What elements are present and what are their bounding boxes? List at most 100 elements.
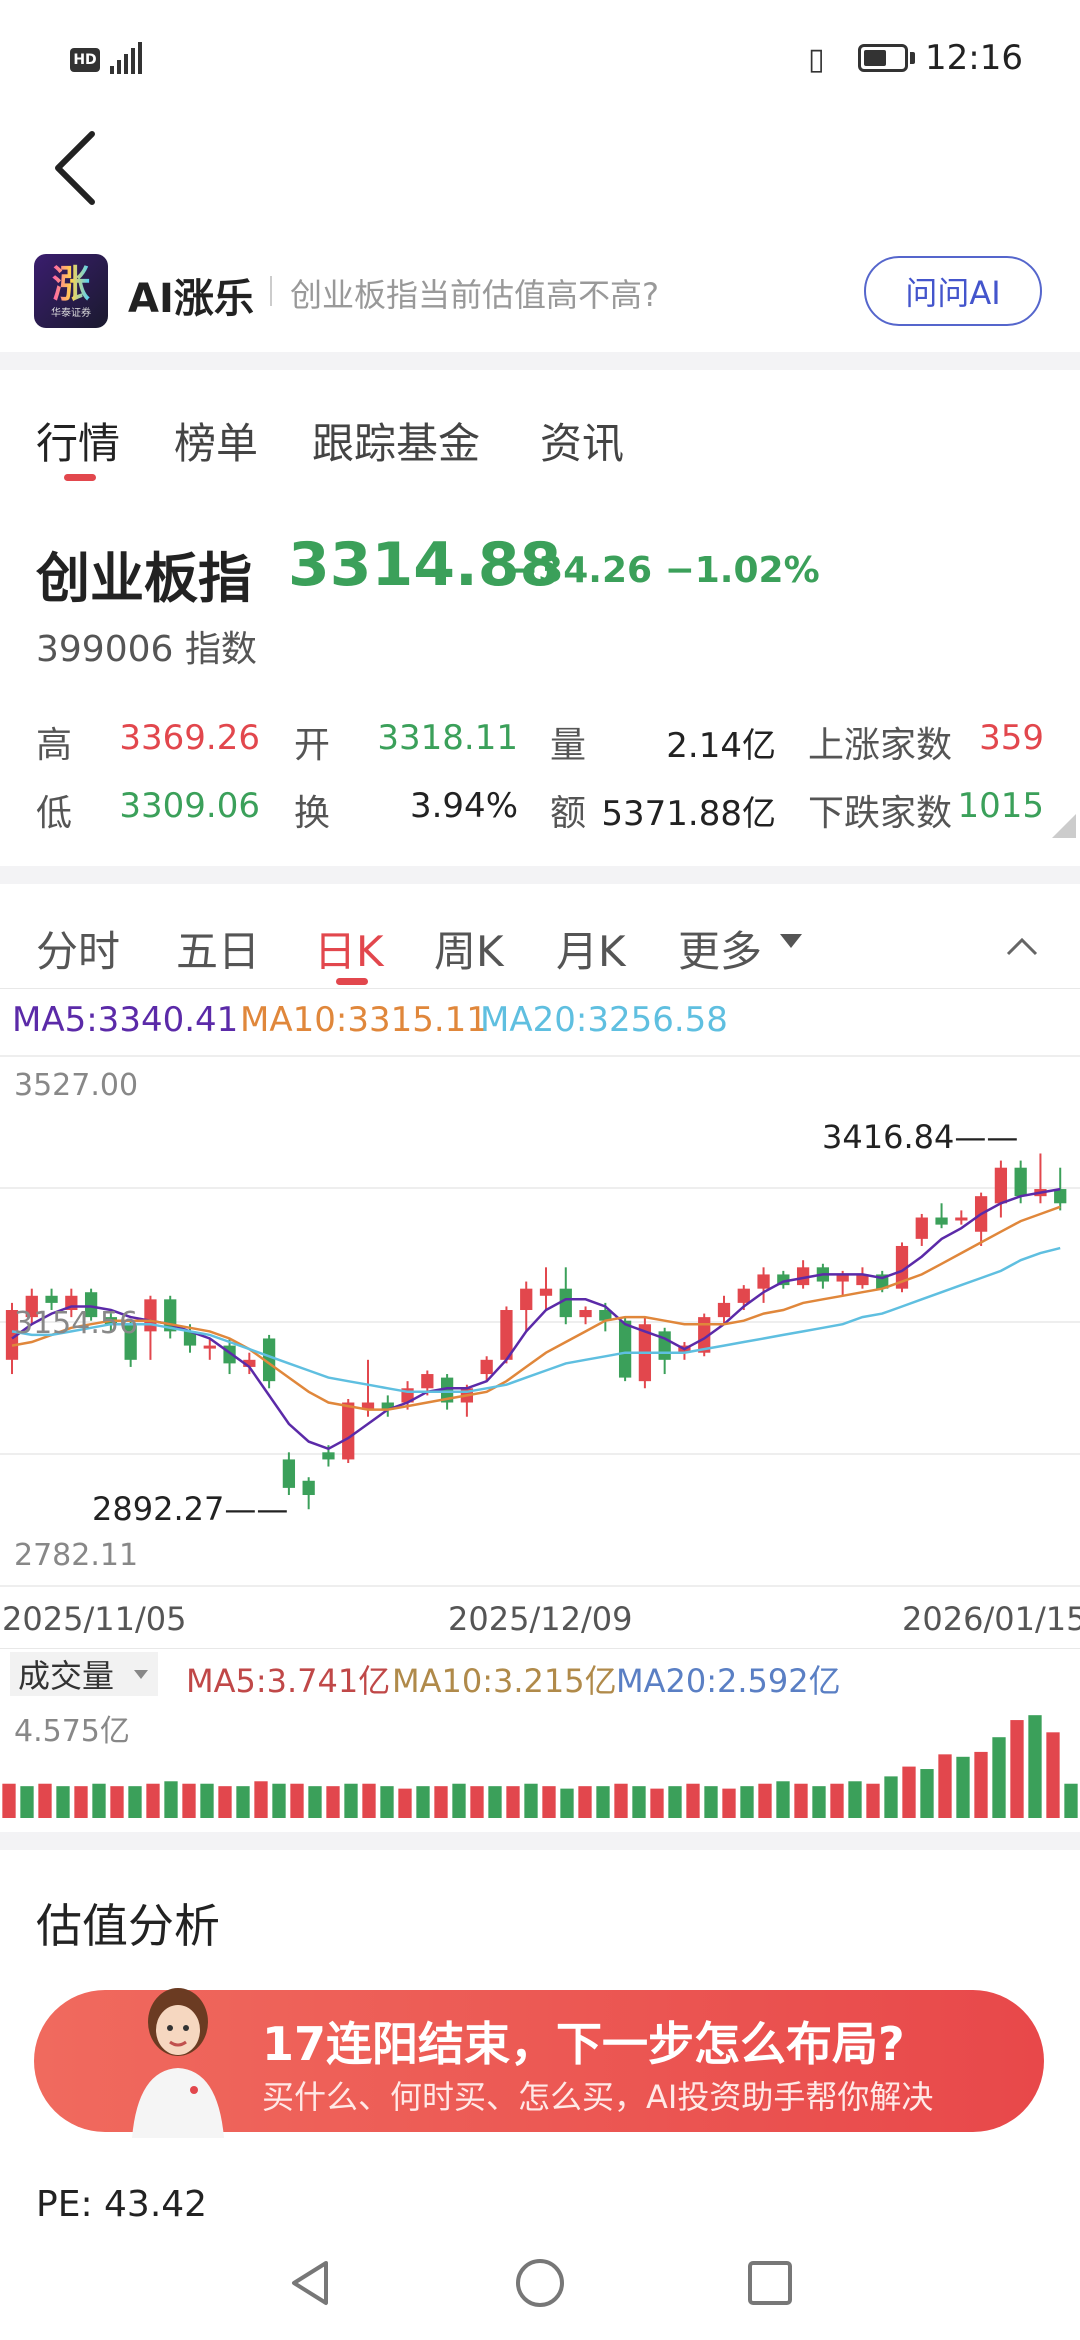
battery-tip xyxy=(910,52,915,64)
volume-bar xyxy=(434,1786,448,1818)
volume-bar xyxy=(92,1783,106,1818)
candle-body xyxy=(579,1310,592,1318)
chart-tab-weekly-k[interactable]: 周K xyxy=(434,918,504,979)
volume-bar xyxy=(200,1783,214,1818)
volume-bar xyxy=(488,1786,502,1818)
chart-tab-intraday[interactable]: 分时 xyxy=(36,918,120,979)
candle-body xyxy=(737,1288,750,1303)
volume-bar xyxy=(722,1788,736,1818)
volume-bar xyxy=(20,1786,34,1818)
down-count-label: 下跌家数 xyxy=(808,793,953,834)
high-marker-value: 3416.84 xyxy=(822,1118,955,1156)
volume-bar xyxy=(560,1788,574,1818)
candle-body xyxy=(935,1217,948,1225)
chevron-up-icon[interactable] xyxy=(1002,930,1042,960)
volume-bar xyxy=(704,1786,718,1818)
volume-bar xyxy=(380,1786,394,1818)
volume-bar xyxy=(632,1786,646,1818)
volume-bar xyxy=(1010,1720,1024,1818)
volume-bar xyxy=(362,1783,376,1818)
volume-chart[interactable] xyxy=(0,1692,1080,1820)
ask-ai-button[interactable]: 问问AI xyxy=(864,256,1042,326)
volume-bar xyxy=(1046,1732,1060,1818)
code-value: 399006 xyxy=(36,629,174,670)
expand-corner-icon[interactable] xyxy=(1052,814,1076,838)
back-arrow-icon[interactable] xyxy=(50,128,100,208)
divider xyxy=(0,988,1080,989)
tab-market[interactable]: 行情 xyxy=(36,410,120,471)
divider xyxy=(0,1648,1080,1649)
chart-tab-monthly-k[interactable]: 月K xyxy=(556,918,626,979)
volume-bar xyxy=(974,1751,988,1818)
volume-bar xyxy=(452,1783,466,1818)
volume-bar xyxy=(686,1783,700,1818)
banner-subtitle: 买什么、何时买、怎么买，AI投资助手帮你解决 xyxy=(262,2078,934,2116)
status-time: 12:16 xyxy=(925,38,1023,78)
chart-tab-5day[interactable]: 五日 xyxy=(176,918,260,979)
nav-recents-icon[interactable] xyxy=(742,2255,798,2311)
volume-label: 量 xyxy=(550,725,587,766)
volume-bar xyxy=(398,1788,412,1818)
volume-bar xyxy=(1028,1715,1042,1818)
index-type: 指数 xyxy=(184,629,257,670)
section-gap xyxy=(0,866,1080,884)
volume-bar xyxy=(38,1783,52,1818)
volume-bar xyxy=(272,1783,286,1818)
volume-bar xyxy=(326,1786,340,1818)
candle-body xyxy=(1054,1189,1067,1204)
candle-body xyxy=(717,1302,731,1318)
volume-bar xyxy=(470,1786,484,1818)
volume-bar xyxy=(290,1783,304,1818)
volume-bar xyxy=(416,1786,430,1818)
chart-tab-daily-k[interactable]: 日K xyxy=(314,918,384,979)
open-value: 3318.11 xyxy=(377,718,518,758)
low-marker-label: 2892.27—— xyxy=(92,1490,289,1528)
candle-body xyxy=(520,1288,533,1311)
tab-tracking-funds[interactable]: 跟踪基金 xyxy=(312,410,480,471)
tab-rankings[interactable]: 榜单 xyxy=(174,410,258,471)
volume-bar xyxy=(794,1783,808,1818)
ai-suggested-question[interactable]: 创业板指当前估值高不高? xyxy=(290,270,659,316)
candle-body xyxy=(203,1345,216,1349)
volume-bar xyxy=(884,1776,898,1818)
volume-bar xyxy=(920,1769,934,1818)
volume-bar xyxy=(830,1783,844,1818)
app-logo: 涨 华泰证券 xyxy=(34,254,108,328)
chart-tab-more[interactable]: 更多 xyxy=(678,918,762,979)
volume-bar xyxy=(524,1783,538,1818)
volume-bar xyxy=(308,1786,322,1818)
volume-bar xyxy=(956,1756,970,1818)
volume-bar xyxy=(650,1788,664,1818)
index-code: 399006 指数 xyxy=(36,620,257,672)
volume-bar xyxy=(74,1786,88,1818)
turnover-value: 3.94% xyxy=(409,786,518,826)
amount-value: 5371.88亿 xyxy=(601,794,776,834)
volume-bar xyxy=(992,1737,1006,1818)
change-value: −34.26 xyxy=(508,550,653,591)
volume-value: 2.14亿 xyxy=(666,726,776,766)
active-chart-tab-indicator xyxy=(336,978,368,985)
volume-bar xyxy=(2,1783,16,1818)
divider xyxy=(270,276,272,306)
active-tab-indicator xyxy=(64,474,96,481)
volume-bar xyxy=(344,1783,358,1818)
candle-body xyxy=(342,1402,355,1460)
nav-home-icon[interactable] xyxy=(512,2255,568,2311)
chevron-down-icon[interactable] xyxy=(780,934,802,948)
volume-bar xyxy=(542,1786,556,1818)
amount-label: 额 xyxy=(550,793,587,834)
turnover-label: 换 xyxy=(294,793,331,834)
candle-body xyxy=(45,1295,58,1303)
x-axis-mid-label: 2025/12/09 xyxy=(448,1600,633,1638)
low-label: 低 xyxy=(36,793,73,834)
volume-bar xyxy=(776,1781,790,1818)
candle-body xyxy=(322,1452,335,1460)
volume-bar xyxy=(758,1783,772,1818)
volume-bar xyxy=(812,1786,826,1818)
up-count-label: 上涨家数 xyxy=(808,725,953,766)
volume-bar xyxy=(938,1754,952,1818)
x-axis-end-label: 2026/01/15 xyxy=(902,1600,1080,1638)
nav-back-icon[interactable] xyxy=(282,2255,338,2311)
candle-body xyxy=(421,1374,434,1389)
tab-news[interactable]: 资讯 xyxy=(540,410,624,471)
